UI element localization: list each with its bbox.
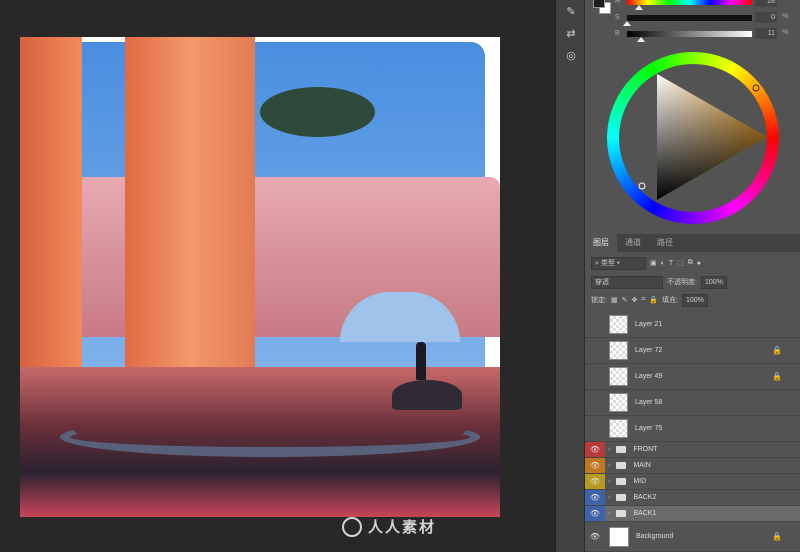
color-wheel[interactable] [607,52,779,224]
expand-caret-icon[interactable]: › [608,446,610,453]
expand-caret-icon[interactable]: › [608,510,610,517]
layer-thumbnail [609,526,629,547]
layer-thumbnail [609,393,628,412]
lock-icon: 🔒 [772,372,782,381]
brightness-thumb[interactable] [637,37,645,42]
layer-row[interactable]: Layer 72 🔒 [585,338,800,364]
folder-icon [616,446,627,453]
lock-transparent-icon[interactable]: ▦ [611,296,618,304]
group-row-mid[interactable]: 👁 › MID [585,474,800,490]
watermark-logo-icon [342,516,362,537]
layer-row[interactable]: Layer 49 🔒 [585,364,800,390]
lock-artboard-icon[interactable]: ⌗ [641,296,645,304]
standing-figure [416,342,426,380]
layer-thumbnail [609,367,628,386]
navigator-icon[interactable]: ◎ [556,44,586,66]
panel-toolstrip: ✎ ⇄ ◎ [555,0,585,552]
filter-toggle-icon[interactable]: ● [697,260,701,267]
layers-list: Layer 21 Layer 72 🔒 Layer 49 🔒 Layer 58 La… [585,312,800,552]
eye-icon[interactable]: 👁 [585,458,605,473]
foreground-color-swatch[interactable] [593,0,605,8]
document-canvas-area[interactable]: 人人素材 [0,0,555,552]
eye-icon[interactable]: 👁 [585,490,605,505]
tab-channels[interactable]: 通道 [617,234,649,252]
rock [392,380,462,410]
opacity-input[interactable]: 100% [700,275,727,289]
filter-adjustment-icon[interactable]: ◐ [661,260,665,267]
visibility-toggle[interactable] [585,416,605,441]
blend-opacity-row: 穿透 不透明度: 100% [585,273,800,291]
visibility-toggle[interactable] [585,312,605,337]
watermark: 人人素材 [342,516,436,537]
group-row-front[interactable]: 👁 › FRONT [585,442,800,458]
group-row-back1[interactable]: 👁 › BACK1 [585,506,800,522]
folder-icon [616,494,627,501]
folder-icon [616,478,627,485]
brightness-slider[interactable]: B 11 % [585,28,800,42]
eye-icon[interactable]: 👁 [585,506,605,521]
layer-row[interactable]: Layer 21 [585,312,800,338]
watermark-text: 人人素材 [368,519,437,536]
eye-icon[interactable]: 👁 [585,474,605,489]
brush-settings-icon[interactable]: ✎ [556,0,586,22]
lock-position-icon[interactable]: ✥ [631,296,637,304]
lock-icon: 🔒 [772,346,782,355]
visibility-toggle[interactable] [585,364,605,389]
layer-thumbnail [609,341,628,360]
opacity-label: 不透明度: [667,279,697,286]
eye-icon[interactable]: 👁 [585,522,605,551]
eye-icon[interactable]: 👁 [585,442,605,457]
layer-thumbnail [609,315,628,334]
filter-kind-select[interactable]: ⌕ 类型 ▾ [591,256,646,270]
saturation-thumb[interactable] [623,21,631,26]
filter-pixel-icon[interactable]: ▣ [650,259,657,267]
twisted-root [60,417,480,457]
layer-thumbnail [609,419,628,438]
fill-input[interactable]: 100% [681,293,708,307]
hue-marker[interactable] [752,84,760,92]
layer-filter-row: ⌕ 类型 ▾ ▣ ◐ T ⬚ ⧉ ● [585,254,800,272]
folder-icon [616,462,627,469]
lock-paint-icon[interactable]: ✎ [622,296,628,304]
group-row-back2[interactable]: 👁 › BACK2 [585,490,800,506]
filter-shape-icon[interactable]: ⬚ [677,259,684,267]
left-pillar [20,37,82,387]
layer-row[interactable]: Layer 75 [585,416,800,442]
tree-canopy [260,87,375,137]
folder-icon [616,510,627,517]
lock-icon: 🔒 [772,532,782,541]
adjustments-icon[interactable]: ⇄ [556,22,586,44]
tab-layers[interactable]: 图层 [585,234,617,252]
blend-mode-select[interactable]: 穿透 [591,275,663,289]
expand-caret-icon[interactable]: › [608,462,610,469]
tab-paths[interactable]: 路径 [649,234,681,252]
right-panels: H 28 ° S 0 % B 11 % 图层 通道 路径 ⌕ 类型 ▾ ▣ ◐ … [585,0,800,552]
visibility-toggle[interactable] [585,338,605,363]
group-row-main[interactable]: 👁 › MAIN [585,458,800,474]
hue-thumb[interactable] [635,5,643,10]
filter-smartobject-icon[interactable]: ⧉ [688,259,693,267]
color-picker-marker[interactable] [638,182,646,190]
visibility-toggle[interactable] [585,390,605,415]
lock-all-icon[interactable]: 🔒 [649,296,658,304]
expand-caret-icon[interactable]: › [608,478,610,485]
fill-label: 填充: [662,297,678,304]
color-triangle[interactable] [607,52,779,224]
painting-canvas[interactable] [20,37,500,517]
expand-caret-icon[interactable]: › [608,494,610,501]
lock-fill-row: 锁定: ▦ ✎ ✥ ⌗ 🔒 填充: 100% [585,291,800,309]
background-layer-row[interactable]: 👁 Background 🔒 [585,522,800,552]
hue-slider[interactable]: H 28 ° [585,0,800,10]
saturation-slider[interactable]: S 0 % [585,12,800,26]
filter-type-icon[interactable]: T [669,260,673,267]
lock-label: 锁定: [591,297,607,304]
center-pillar [125,37,255,382]
layer-row[interactable]: Layer 58 [585,390,800,416]
layers-panel-tabs: 图层 通道 路径 [585,234,800,252]
